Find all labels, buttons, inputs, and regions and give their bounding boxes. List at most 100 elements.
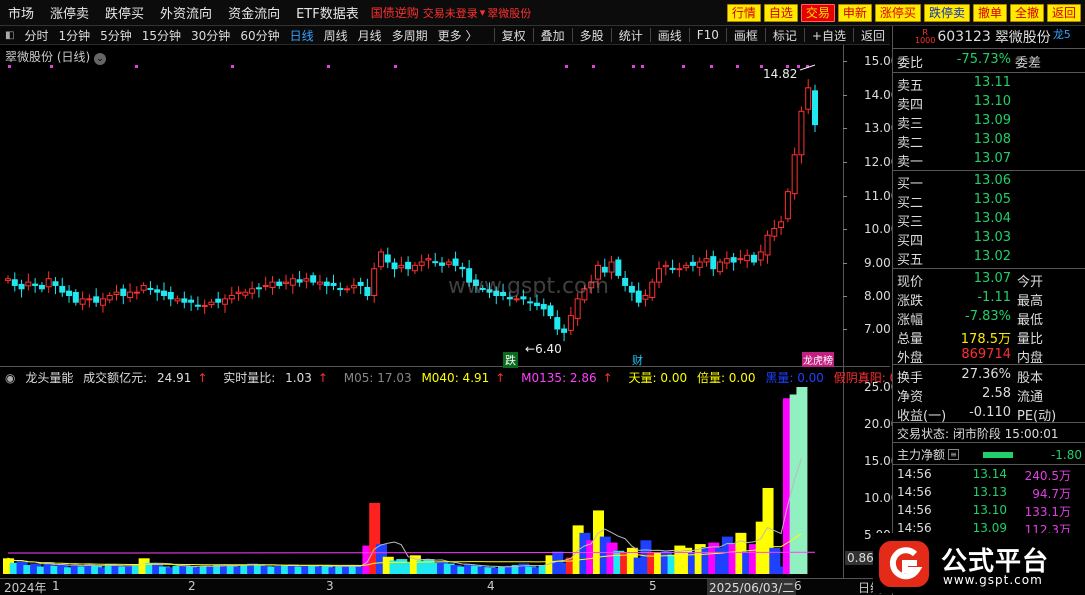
tool-draw[interactable]: 画线 (653, 27, 687, 44)
candle-body (398, 264, 405, 269)
back-button[interactable]: 返回 (1046, 4, 1081, 22)
buy-level-label: 买五 (897, 253, 924, 268)
nav-fund-flow[interactable]: 资金流向 (220, 3, 288, 22)
buy-level-row[interactable]: 买一 13.06 (897, 173, 1077, 192)
sell-level-row[interactable]: 卖二 13.08 (897, 132, 1077, 151)
period-tab-60min[interactable]: 60分钟 (235, 27, 284, 44)
candle-body (174, 298, 181, 302)
signal-dot (50, 65, 53, 68)
volume-tick-label: 15.00 (864, 454, 899, 468)
period-tab-more[interactable]: 更多 〉 (433, 27, 483, 44)
candle-body (411, 264, 418, 272)
period-tab-5min[interactable]: 5分钟 (95, 27, 137, 44)
trade-button[interactable]: 交易 (800, 4, 835, 22)
indicator-settings-icon[interactable]: ◉ (5, 371, 15, 385)
stock-alert[interactable]: 翠微股份 (487, 5, 531, 21)
quote-label: 涨跌 (897, 294, 924, 309)
watchlist-button[interactable]: 自选 (763, 4, 798, 22)
high-label: 14.82 (763, 67, 798, 81)
volume-chart[interactable] (0, 384, 843, 578)
candle-body (188, 299, 195, 303)
mark-fall[interactable]: 跌 (503, 352, 518, 368)
nav-foreign-flow[interactable]: 外资流向 (152, 3, 220, 22)
quote-button[interactable]: 行情 (726, 4, 761, 22)
tool-mark[interactable]: 标记 (768, 27, 802, 44)
candle-body (242, 291, 249, 296)
tianliang-value: 天量: 0.00 (628, 371, 688, 385)
cancel-order-button[interactable]: 撤单 (972, 4, 1007, 22)
nav-limit-up-sell[interactable]: 涨停卖 (42, 3, 97, 22)
date-axis: 2024年 1 2 3 4 5 2025/06/03/二 6 日线 (0, 578, 890, 595)
login-status-alert[interactable]: 交易未登录 (423, 5, 478, 21)
period-tab-30min[interactable]: 30分钟 (186, 27, 235, 44)
dragon-tag: 龙5 (1052, 28, 1071, 41)
ipo-button[interactable]: 申新 (837, 4, 872, 22)
nav-limit-down-buy[interactable]: 跌停买 (97, 3, 152, 22)
period-tab-15min[interactable]: 15分钟 (137, 27, 186, 44)
period-tab-1min[interactable]: 1分钟 (53, 27, 95, 44)
tool-f10[interactable]: F10 (692, 28, 724, 42)
signal-dot (231, 65, 234, 68)
period-tab-monthly[interactable]: 月线 (353, 27, 387, 44)
quote-label: 净资 (897, 390, 924, 405)
mark-finance[interactable]: 财 (632, 352, 643, 368)
candle-body (812, 90, 818, 126)
quote-value: 13.07 (973, 271, 1011, 286)
main-flow-label: 主力净额 (897, 448, 946, 462)
buy-level-price: 13.04 (973, 211, 1011, 226)
period-tab-weekly[interactable]: 周线 (319, 27, 353, 44)
bond-repo-alert[interactable]: 国债逆购 (371, 4, 419, 21)
candle-body (262, 284, 269, 287)
volume-bar (796, 387, 808, 574)
candlestick-chart[interactable] (0, 46, 843, 366)
candle-body (737, 258, 744, 261)
main-flow-menu-icon[interactable]: ≡ (948, 449, 960, 460)
buy-level-row[interactable]: 买四 13.03 (897, 230, 1077, 249)
buy-level-row[interactable]: 买三 13.04 (897, 211, 1077, 230)
quote-value: 178.5万 (960, 332, 1011, 347)
quote-row: 涨跌 -1.11 最高 (897, 290, 1077, 309)
buy-level-row[interactable]: 买五 13.02 (897, 249, 1077, 268)
buy-level-row[interactable]: 买二 13.05 (897, 192, 1077, 211)
indicator-name[interactable]: 龙头量能 (25, 371, 73, 385)
candle-body (391, 262, 398, 270)
watermark: www.gspt.com (448, 274, 609, 299)
candle-body (337, 287, 344, 290)
divider (893, 48, 1085, 49)
candle-body (717, 261, 724, 273)
period-tab-intraday[interactable]: 分时 (19, 27, 53, 44)
period-tab-daily[interactable]: 日线 (285, 27, 319, 44)
tool-multi-stock[interactable]: 多股 (575, 27, 609, 44)
candle-body (249, 288, 256, 294)
tool-box[interactable]: 画框 (729, 27, 763, 44)
sell-level-label: 卖三 (897, 117, 924, 132)
quote-label: 换手 (897, 371, 924, 386)
candle-body (147, 287, 154, 290)
stock-header: R 1000 603123 翠微股份 龙5 (893, 26, 1085, 48)
m05-value: M05: 17.03 (343, 371, 412, 385)
limit-down-sell-button[interactable]: 跌停卖 (923, 4, 970, 22)
sell-level-row[interactable]: 卖四 13.10 (897, 94, 1077, 113)
tool-overlay[interactable]: 叠加 (536, 27, 570, 44)
nav-etf-table[interactable]: ETF数据表 (288, 3, 367, 22)
limit-up-buy-button[interactable]: 涨停买 (874, 4, 921, 22)
sell-level-price: 13.09 (973, 113, 1011, 128)
sell-level-row[interactable]: 卖五 13.11 (897, 75, 1077, 94)
sell-level-row[interactable]: 卖三 13.09 (897, 113, 1077, 132)
period-tab-multi[interactable]: 多周期 (387, 27, 433, 44)
mark-dragon-tiger[interactable]: 龙虎榜 (802, 352, 834, 367)
cancel-all-button[interactable]: 全撤 (1009, 4, 1044, 22)
divider (764, 28, 766, 42)
collapse-icon[interactable]: ◧ (0, 30, 19, 41)
tool-back[interactable]: 返回 (856, 27, 890, 44)
tool-stats[interactable]: 统计 (614, 27, 648, 44)
dropdown-icon[interactable]: ▾ (480, 6, 486, 19)
nav-market[interactable]: 市场 (0, 3, 42, 22)
tool-add-watch[interactable]: +自选 (807, 27, 851, 44)
sell-level-row[interactable]: 卖一 13.07 (897, 151, 1077, 170)
quote-label-2: 量比 (1017, 332, 1044, 347)
quote-row: 涨幅 -7.83% 最低 (897, 309, 1077, 328)
candle-body (527, 301, 534, 304)
tool-adjust[interactable]: 复权 (497, 27, 531, 44)
tick-time: 14:56 (897, 503, 932, 517)
